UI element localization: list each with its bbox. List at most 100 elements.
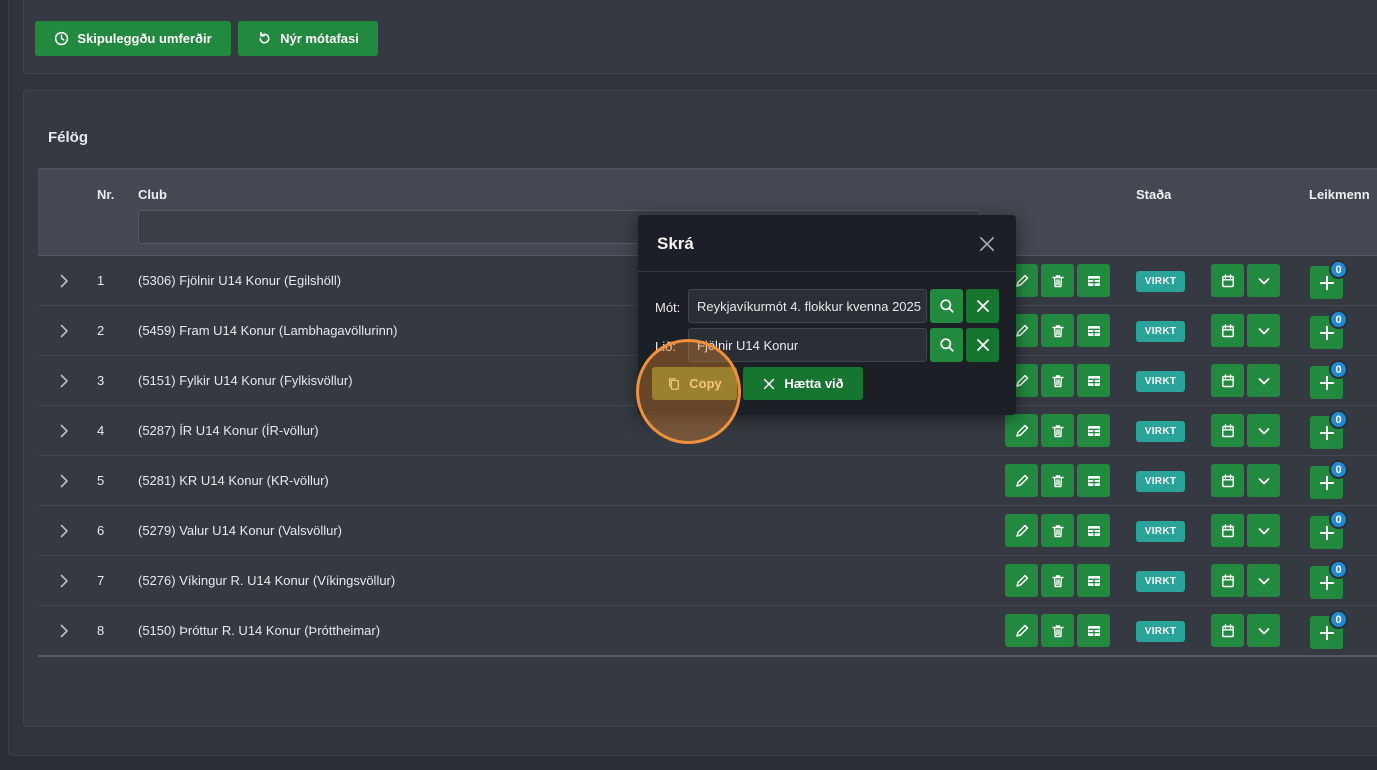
expand-row-toggle[interactable] [57,623,71,642]
expand-row-toggle[interactable] [57,373,71,392]
delete-button[interactable] [1041,564,1074,597]
mot-input[interactable]: Reykjavíkurmót 4. flokkur kvenna 2025 [688,289,927,323]
table-view-button[interactable] [1077,464,1110,497]
expand-row-toggle[interactable] [57,573,71,592]
lid-clear-button[interactable] [966,328,999,362]
schedule-button[interactable] [1211,264,1244,297]
pencil-icon [1015,474,1028,487]
calendar-icon [1221,373,1234,387]
schedule-button[interactable] [1211,514,1244,547]
row-club-name: (5276) Víkingur R. U14 Konur (Víkingsvöl… [138,573,396,588]
close-icon[interactable] [978,235,996,253]
schedule-button[interactable] [1211,414,1244,447]
table-row: 8 (5150) Þróttur R. U14 Konur (Þróttheima… [38,606,1377,656]
delete-button[interactable] [1041,414,1074,447]
table-row: 7 (5276) Víkingur R. U14 Konur (Víkingsvö… [38,556,1377,606]
row-club-name: (5151) Fylkir U14 Konur (Fylkisvöllur) [138,373,353,388]
expand-row-toggle[interactable] [57,523,71,542]
search-icon [939,338,954,352]
header-club: Club [138,187,167,202]
lid-input[interactable]: Fjölnir U14 Konur [688,328,927,362]
copy-icon [669,377,680,390]
cancel-button[interactable]: Hætta við [743,367,863,400]
delete-button[interactable] [1041,464,1074,497]
player-count-badge: 0 [1329,410,1348,429]
row-number: 8 [97,623,105,638]
expand-row-toggle[interactable] [57,473,71,492]
chevron-right-icon [60,374,68,388]
chevron-right-icon [60,574,68,588]
status-badge: VIRKT [1136,321,1185,342]
row-dropdown-button[interactable] [1247,414,1280,447]
delete-button[interactable] [1041,614,1074,647]
table-icon [1087,475,1100,486]
schedule-button[interactable] [1211,614,1244,647]
row-club-name: (5287) ÍR U14 Konur (ÍR-völlur) [138,423,319,438]
cancel-label: Hætta við [784,376,844,391]
row-dropdown-button[interactable] [1247,364,1280,397]
pencil-icon [1015,574,1028,587]
edit-button[interactable] [1005,414,1038,447]
table-icon [1087,625,1100,636]
table-view-button[interactable] [1077,264,1110,297]
chevron-down-icon [1258,577,1269,584]
delete-button[interactable] [1041,514,1074,547]
row-club-name: (5459) Fram U14 Konur (Lambhagavöllurinn… [138,323,398,338]
row-dropdown-button[interactable] [1247,464,1280,497]
row-dropdown-button[interactable] [1247,314,1280,347]
trash-icon [1051,424,1064,437]
status-badge: VIRKT [1136,421,1185,442]
table-view-button[interactable] [1077,314,1110,347]
table-view-button[interactable] [1077,514,1110,547]
row-dropdown-button[interactable] [1247,564,1280,597]
row-dropdown-button[interactable] [1247,264,1280,297]
header-nr: Nr. [97,187,115,202]
row-number: 5 [97,473,105,488]
expand-row-toggle[interactable] [57,423,71,442]
trash-icon [1051,474,1064,487]
table-view-button[interactable] [1077,564,1110,597]
player-count-badge: 0 [1329,610,1348,629]
schedule-button[interactable] [1211,314,1244,347]
table-view-button[interactable] [1077,364,1110,397]
delete-button[interactable] [1041,264,1074,297]
trash-icon [1051,274,1064,287]
player-count-badge: 0 [1329,510,1348,529]
delete-button[interactable] [1041,364,1074,397]
row-number: 2 [97,323,105,338]
table-icon [1087,325,1100,336]
edit-button[interactable] [1005,514,1038,547]
new-phase-label: Nýr mótafasi [280,31,359,46]
mot-search-button[interactable] [930,289,963,323]
table-icon [1087,275,1100,286]
edit-button[interactable] [1005,614,1038,647]
schedule-rounds-button[interactable]: Skipuleggðu umferðir [35,21,231,56]
lid-search-button[interactable] [930,328,963,362]
row-dropdown-button[interactable] [1247,614,1280,647]
edit-button[interactable] [1005,464,1038,497]
player-count-badge: 0 [1329,260,1348,279]
copy-button[interactable]: Copy [652,367,737,400]
expand-row-toggle[interactable] [57,273,71,292]
mot-label: Mót: [655,300,681,315]
pencil-icon [1015,424,1028,437]
edit-button[interactable] [1005,564,1038,597]
trash-icon [1051,624,1064,637]
schedule-button[interactable] [1211,564,1244,597]
delete-button[interactable] [1041,314,1074,347]
lid-label: Lið: [655,339,676,354]
schedule-button[interactable] [1211,364,1244,397]
card-title: Félög [48,129,88,146]
table-icon [1087,575,1100,586]
trash-icon [1051,374,1064,387]
search-icon [939,299,954,313]
status-badge: VIRKT [1136,621,1185,642]
table-view-button[interactable] [1077,414,1110,447]
schedule-button[interactable] [1211,464,1244,497]
mot-clear-button[interactable] [966,289,999,323]
expand-row-toggle[interactable] [57,323,71,342]
calendar-icon [1221,473,1234,487]
new-phase-button[interactable]: Nýr mótafasi [238,21,378,56]
row-dropdown-button[interactable] [1247,514,1280,547]
table-view-button[interactable] [1077,614,1110,647]
